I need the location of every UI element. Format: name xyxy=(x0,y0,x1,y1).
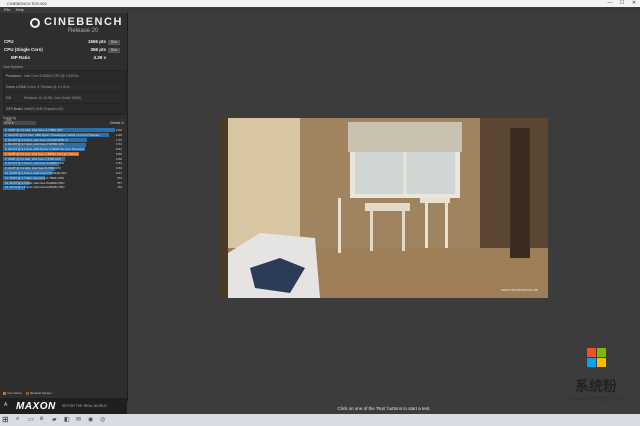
cinebench-taskbar-icon[interactable]: ◎ xyxy=(100,416,105,423)
scores-panel: CPU 1565 pts Run CPU (Single Core) 356 p… xyxy=(3,38,124,62)
maxon-logo: MAXON xyxy=(16,401,56,412)
watermark-text: 系统粉 xyxy=(575,378,617,394)
app-icon[interactable]: ◉ xyxy=(88,416,93,423)
run-single-core-button[interactable]: Run xyxy=(108,47,120,53)
cinebench-logo: CINEBENCH Release 20 xyxy=(30,16,123,38)
site-watermark: 系统粉 www.win7999.com xyxy=(552,344,640,414)
sysinfo-row: Processor Intel Core i5-8250U CPU @ 1.60G… xyxy=(4,71,125,82)
ranking-score: 452 xyxy=(117,185,122,190)
score-row-single-core: CPU (Single Core) 356 pts Run xyxy=(3,46,124,54)
file-explorer-icon[interactable]: ▰ xyxy=(52,416,57,423)
mail-icon[interactable]: ✉ xyxy=(76,416,81,423)
ranking-header: Ranking xyxy=(3,116,16,120)
score-value: 4.39 x xyxy=(93,55,106,60)
store-icon[interactable]: ◧ xyxy=(64,416,70,423)
start-button[interactable]: ⊞ xyxy=(2,416,9,424)
score-value: 1565 pts xyxy=(87,39,106,44)
sysinfo-row: GFX Board Intel(R) UHD Graphics 620 xyxy=(4,104,125,115)
details-label: Details xyxy=(110,121,121,125)
ranking-row[interactable]: 13. 2C/4T @ 1.8 GHz, Intel Core i3-8130U… xyxy=(3,185,124,190)
window-controls: — ☐ ✕ xyxy=(604,0,640,7)
render-preview-image: www.renderbaron.de xyxy=(220,118,548,298)
windows-logo-icon xyxy=(587,348,607,368)
legend-your-score: Your Score xyxy=(3,391,22,395)
legend-label: Identical System xyxy=(29,391,52,395)
maxon-branding: A MAXON 3D FOR THE REAL WORLD xyxy=(0,398,127,414)
ranking-list: 1. 4C/8T @ 3.3 GHz, Intel Core i7-7700K … xyxy=(3,128,124,190)
score-label: CPU xyxy=(4,39,14,44)
ranking-legend: Your Score Identical System xyxy=(3,391,52,395)
legend-identical: Identical System xyxy=(25,391,52,395)
score-row-mp-ratio: MP Ratio 4.39 x xyxy=(3,54,124,62)
close-button[interactable]: ✕ xyxy=(628,0,640,7)
score-label: CPU (Single Core) xyxy=(4,47,43,52)
left-panel: CINEBENCH Release 20 CPU 1565 pts Run CP… xyxy=(0,13,128,414)
edge-browser-icon[interactable]: e xyxy=(40,416,43,422)
menu-file[interactable]: File xyxy=(4,7,10,12)
cinebench-logo-icon xyxy=(30,18,40,28)
checkbox-icon: ☑ xyxy=(121,121,124,125)
maxon-prefix: A xyxy=(4,402,8,408)
menu-help[interactable]: Help xyxy=(16,7,24,12)
minimize-button[interactable]: — xyxy=(604,0,616,7)
window-title: CINEBENCH R20.060 xyxy=(7,1,47,6)
details-toggle[interactable]: Details ☑ xyxy=(110,121,124,125)
sysinfo-value: 4 Cores, 8 Threads @ 3.4 GHz xyxy=(24,85,70,89)
task-view-icon[interactable]: ▭ xyxy=(28,416,34,423)
legend-swatch-icon xyxy=(3,391,6,395)
sysinfo-value: Intel(R) UHD Graphics 620 xyxy=(24,107,64,111)
room-render-icon xyxy=(220,118,548,298)
render-watermark: www.renderbaron.de xyxy=(501,287,538,292)
score-label: MP Ratio xyxy=(11,55,31,60)
sysinfo-header: Your System xyxy=(3,65,23,69)
sysinfo-row: Cores x GHz 4 Cores, 8 Threads @ 3.4 GHz xyxy=(4,82,125,93)
logo-release: Release 20 xyxy=(68,28,99,34)
score-row-cpu: CPU 1565 pts Run xyxy=(3,38,124,46)
search-icon[interactable]: ⌕ xyxy=(16,416,19,423)
legend-swatch-icon xyxy=(25,391,29,395)
taskbar: ⊞ ⌕ ▭ e ▰ ◧ ✉ ◉ ◎ xyxy=(0,414,640,426)
maximize-button[interactable]: ☐ xyxy=(616,0,628,7)
logo-name: CINEBENCH xyxy=(44,16,123,28)
ranking-controls: CPU ▾ Details ☑ xyxy=(3,121,124,126)
score-value: 356 pts xyxy=(90,47,106,52)
ranking-type-value: CPU xyxy=(4,121,11,125)
sysinfo-key: Cores x GHz xyxy=(6,85,25,89)
sysinfo-key: OS xyxy=(6,96,11,100)
sysinfo-value: Intel Core i5-8250U CPU @ 1.60GHz xyxy=(24,74,79,78)
sysinfo-value: Windows 10, 64 Bit, Core (build 18362) xyxy=(24,96,82,100)
sysinfo-key: GFX Board xyxy=(6,107,23,111)
ranking-type-dropdown[interactable]: CPU ▾ xyxy=(3,121,36,125)
sysinfo-key: Processor xyxy=(6,74,21,78)
maxon-tagline: 3D FOR THE REAL WORLD xyxy=(62,404,107,408)
system-info-table: Processor Intel Core i5-8250U CPU @ 1.60G… xyxy=(3,70,126,122)
ranking-label: 13. 2C/4T @ 1.8 GHz, Intel Core i3-8130U… xyxy=(5,185,65,190)
chevron-down-icon: ▾ xyxy=(11,121,14,125)
watermark-url: www.win7999.com xyxy=(567,396,625,403)
title-bar: CINEBENCH R20.060 — ☐ ✕ xyxy=(0,0,640,7)
legend-label: Your Score xyxy=(7,391,22,395)
run-cpu-button[interactable]: Run xyxy=(108,39,120,45)
sysinfo-row: OS Windows 10, 64 Bit, Core (build 18362) xyxy=(4,93,125,104)
